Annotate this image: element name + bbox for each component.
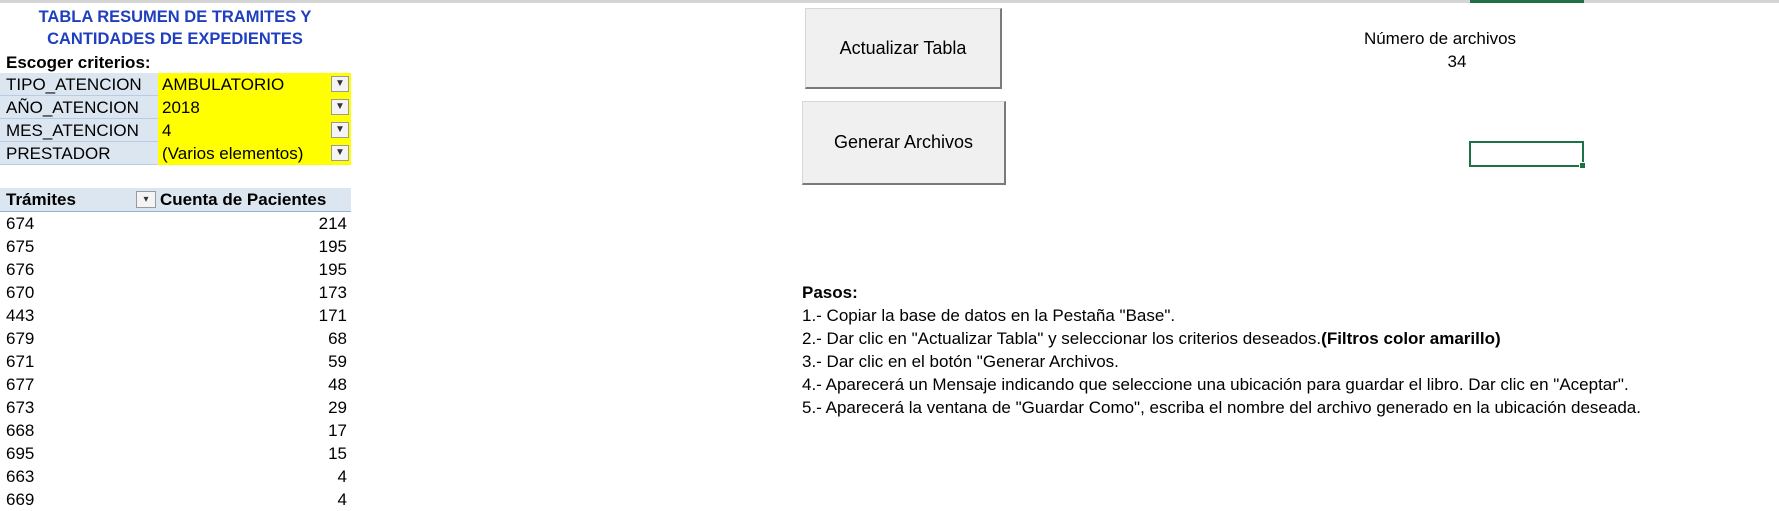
filter-value[interactable]: AMBULATORIO ▼ — [158, 73, 351, 96]
filter-dropdown-icon[interactable]: ▼ — [331, 99, 349, 115]
step-1: 1.- Copiar la base de datos en la Pestañ… — [802, 306, 1176, 325]
cell-cuenta: 214 — [318, 214, 347, 233]
cell-cuenta: 29 — [328, 398, 347, 417]
step-2: 2.- Dar clic en "Actualizar Tabla" y sel… — [802, 327, 1641, 350]
instructions: Pasos: 1.- Copiar la base de datos en la… — [802, 281, 1641, 419]
cell-cuenta: 4 — [337, 467, 347, 486]
filter-value[interactable]: (Varios elementos) ▼ — [158, 142, 351, 165]
cell-tramite: 674 — [6, 214, 35, 233]
table-row: 695 15 — [0, 442, 351, 465]
table-row: 676 195 — [0, 258, 351, 281]
cell-tramite: 669 — [6, 490, 35, 509]
generate-files-button[interactable]: Generar Archivos — [802, 101, 1006, 185]
cell-cuenta: 68 — [328, 329, 347, 348]
cell-tramite: 677 — [6, 375, 35, 394]
table-row: 671 59 — [0, 350, 351, 373]
cell-tramite: 663 — [6, 467, 35, 486]
update-table-button[interactable]: Actualizar Tabla — [805, 8, 1002, 89]
cell-tramite: 668 — [6, 421, 35, 440]
step-3: 3.- Dar clic en el botón "Generar Archiv… — [802, 352, 1119, 371]
cell-cuenta: 59 — [328, 352, 347, 371]
table-row: 443 171 — [0, 304, 351, 327]
table-row: 663 4 — [0, 465, 351, 488]
filter-row-prestador: PRESTADOR (Varios elementos) ▼ — [0, 142, 351, 165]
cell-cuenta: 173 — [318, 283, 347, 302]
filter-row-ano-atencion: AÑO_ATENCION 2018 ▼ — [0, 96, 351, 119]
cell-cuenta: 195 — [318, 237, 347, 256]
table-row: 679 68 — [0, 327, 351, 350]
step-5: 5.- Aparecerá la ventana de "Guardar Com… — [802, 398, 1641, 417]
filter-dropdown-icon[interactable]: ▼ — [331, 76, 349, 92]
filter-name: MES_ATENCION — [0, 119, 158, 142]
filter-name: PRESTADOR — [0, 142, 158, 165]
filter-row-tipo-atencion: TIPO_ATENCION AMBULATORIO ▼ — [0, 73, 351, 96]
table-row: 675 195 — [0, 235, 351, 258]
cell-tramite: 679 — [6, 329, 35, 348]
table-row: 669 4 — [0, 488, 351, 511]
cell-tramite: 670 — [6, 283, 35, 302]
filter-dropdown-icon[interactable]: ▼ — [331, 122, 349, 138]
cell-cuenta: 48 — [328, 375, 347, 394]
cell-tramite: 673 — [6, 398, 35, 417]
table-row: 670 173 — [0, 281, 351, 304]
steps-heading: Pasos: — [802, 283, 858, 302]
table-row: 673 29 — [0, 396, 351, 419]
filter-name: TIPO_ATENCION — [0, 73, 158, 96]
cell-cuenta: 171 — [318, 306, 347, 325]
header-cuenta-pacientes: Cuenta de Pacientes — [160, 190, 327, 209]
cell-cuenta: 195 — [318, 260, 347, 279]
cell-cuenta: 4 — [337, 490, 347, 509]
pivot-filters: TIPO_ATENCION AMBULATORIO ▼ AÑO_ATENCION… — [0, 73, 351, 165]
table-row: 668 17 — [0, 419, 351, 442]
table-row: 677 48 — [0, 373, 351, 396]
sort-dropdown-icon[interactable]: ▾ — [136, 191, 156, 208]
cell-tramite: 671 — [6, 352, 35, 371]
step-4: 4.- Aparecerá un Mensaje indicando que s… — [802, 375, 1629, 394]
filter-name: AÑO_ATENCION — [0, 96, 158, 119]
filter-row-mes-atencion: MES_ATENCION 4 ▼ — [0, 119, 351, 142]
header-tramites: Trámites ▾ — [0, 188, 158, 211]
filter-value-text: AMBULATORIO — [162, 75, 285, 94]
filter-value-text: 4 — [162, 121, 172, 140]
criteria-label: Escoger criterios: — [6, 53, 151, 72]
selected-cell[interactable] — [1469, 141, 1586, 169]
table-row: 674 214 — [0, 212, 351, 235]
pivot-table-header: Trámites ▾ Cuenta de Pacientes — [0, 188, 351, 212]
filter-dropdown-icon[interactable]: ▼ — [331, 145, 349, 161]
filter-value-text: (Varios elementos) — [162, 144, 304, 163]
file-count-value: 34 — [1447, 52, 1467, 71]
cell-tramite: 695 — [6, 444, 35, 463]
cell-tramite: 443 — [6, 306, 35, 325]
filter-value-text: 2018 — [162, 98, 200, 117]
step-2-text: 2.- Dar clic en "Actualizar Tabla" y sel… — [802, 329, 1322, 348]
filter-value[interactable]: 4 ▼ — [158, 119, 351, 142]
cell-tramite: 675 — [6, 237, 35, 256]
cell-cuenta: 17 — [328, 421, 347, 440]
pivot-table-body: 674 214 675 195 676 195 670 173 443 171 679 68 671 59… — [0, 212, 351, 511]
filter-value[interactable]: 2018 ▼ — [158, 96, 351, 119]
selected-column-indicator — [1470, 0, 1584, 3]
header-tramites-label: Trámites — [6, 190, 76, 209]
page-title: TABLA RESUMEN DE TRAMITES Y CANTIDADES D… — [0, 6, 350, 50]
file-count-label: Número de archivos — [1363, 29, 1517, 48]
pivot-table: Trámites ▾ Cuenta de Pacientes 674 214 675… — [0, 188, 351, 511]
title-line-1: TABLA RESUMEN DE TRAMITES Y — [38, 8, 312, 26]
title-line-2: CANTIDADES DE EXPEDIENTES — [47, 30, 303, 48]
step-2-bold: (Filtros color amarillo) — [1321, 329, 1501, 348]
cell-cuenta: 15 — [328, 444, 347, 463]
cell-tramite: 676 — [6, 260, 35, 279]
